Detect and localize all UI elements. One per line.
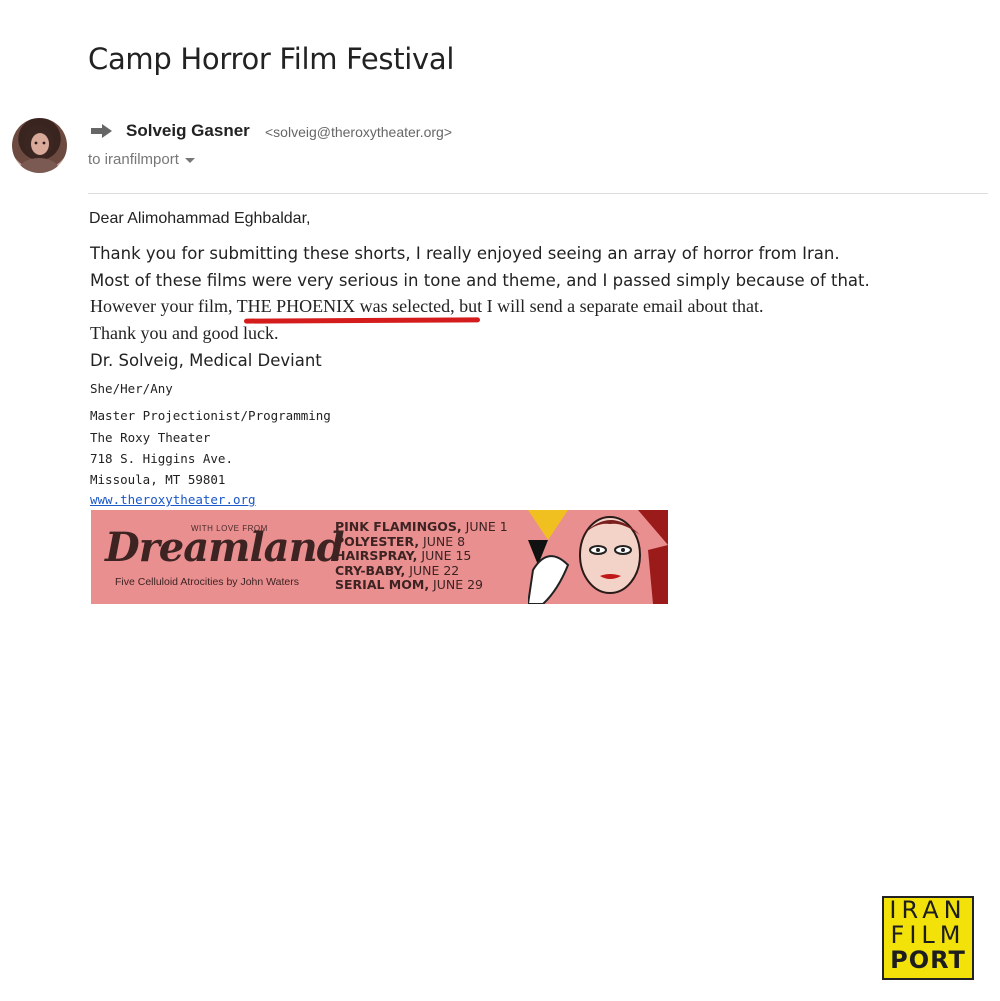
logo-line-1: IRAN [889,896,967,924]
film-item: HAIRSPRAY, JUNE 15 [335,548,472,563]
forward-icon [91,124,112,138]
logo-line-3: PORT [890,946,966,974]
body-line-3-start: However your film, [90,296,237,316]
red-underline-annotation [243,317,481,324]
film-item: SERIAL MOM, JUNE 29 [335,577,483,592]
banner-film-list: PINK FLAMINGOS, JUNE 1 POLYESTER, JUNE 8… [335,519,508,593]
sender-name: Solveig Gasner [126,121,250,140]
banner-title: Dreamland [105,524,345,571]
signature-website-link[interactable]: www.theroxytheater.org [90,492,256,507]
body-line-3-end: but I will send a separate email about t… [454,296,764,316]
body-line-1: Thank you for submitting these shorts, I… [90,244,840,263]
logo-line-2: FILM [890,921,966,949]
banner-portrait-art [528,510,668,604]
body-line-2: Most of these films were very serious in… [90,271,870,290]
body-line-3: However your film, THE PHOENIX was selec… [90,296,764,317]
signoff: Dr. Solveig, Medical Deviant [90,351,322,370]
signature-address-1: 718 S. Higgins Ave. [90,451,233,466]
dreamland-banner[interactable]: WITH LOVE FROM Dreamland Five Celluloid … [91,510,668,604]
body-line-4: Thank you and good luck. [90,323,279,343]
avatar-image [19,125,59,173]
signature-venue: The Roxy Theater [90,430,211,445]
banner-subtitle: Five Celluloid Atrocities by John Waters [115,576,300,588]
dropdown-caret-icon [184,157,195,163]
recipient-dropdown[interactable]: to iranfilmport [88,151,195,168]
film-item: CRY-BABY, JUNE 22 [335,562,460,578]
email-subject: Camp Horror Film Festival [88,42,455,76]
film-item: PINK FLAMINGOS, JUNE 1 [335,519,508,534]
film-item: POLYESTER, JUNE 8 [335,533,466,549]
iranfilmport-logo: IRAN FILM PORT [882,896,974,980]
header-divider [88,193,988,194]
signature-pronouns: She/Her/Any [90,381,173,396]
recipient-label: to iranfilmport [88,151,179,168]
signature-role: Master Projectionist/Programming [90,408,331,423]
signature-address-2: Missoula, MT 59801 [90,472,226,487]
email-greeting: Dear Alimohammad Eghbaldar, [89,210,311,227]
selected-film-highlight: THE PHOENIX was selected, [236,296,455,316]
sender-avatar[interactable] [12,118,67,173]
sender-email: <solveig@theroxytheater.org> [265,124,452,140]
